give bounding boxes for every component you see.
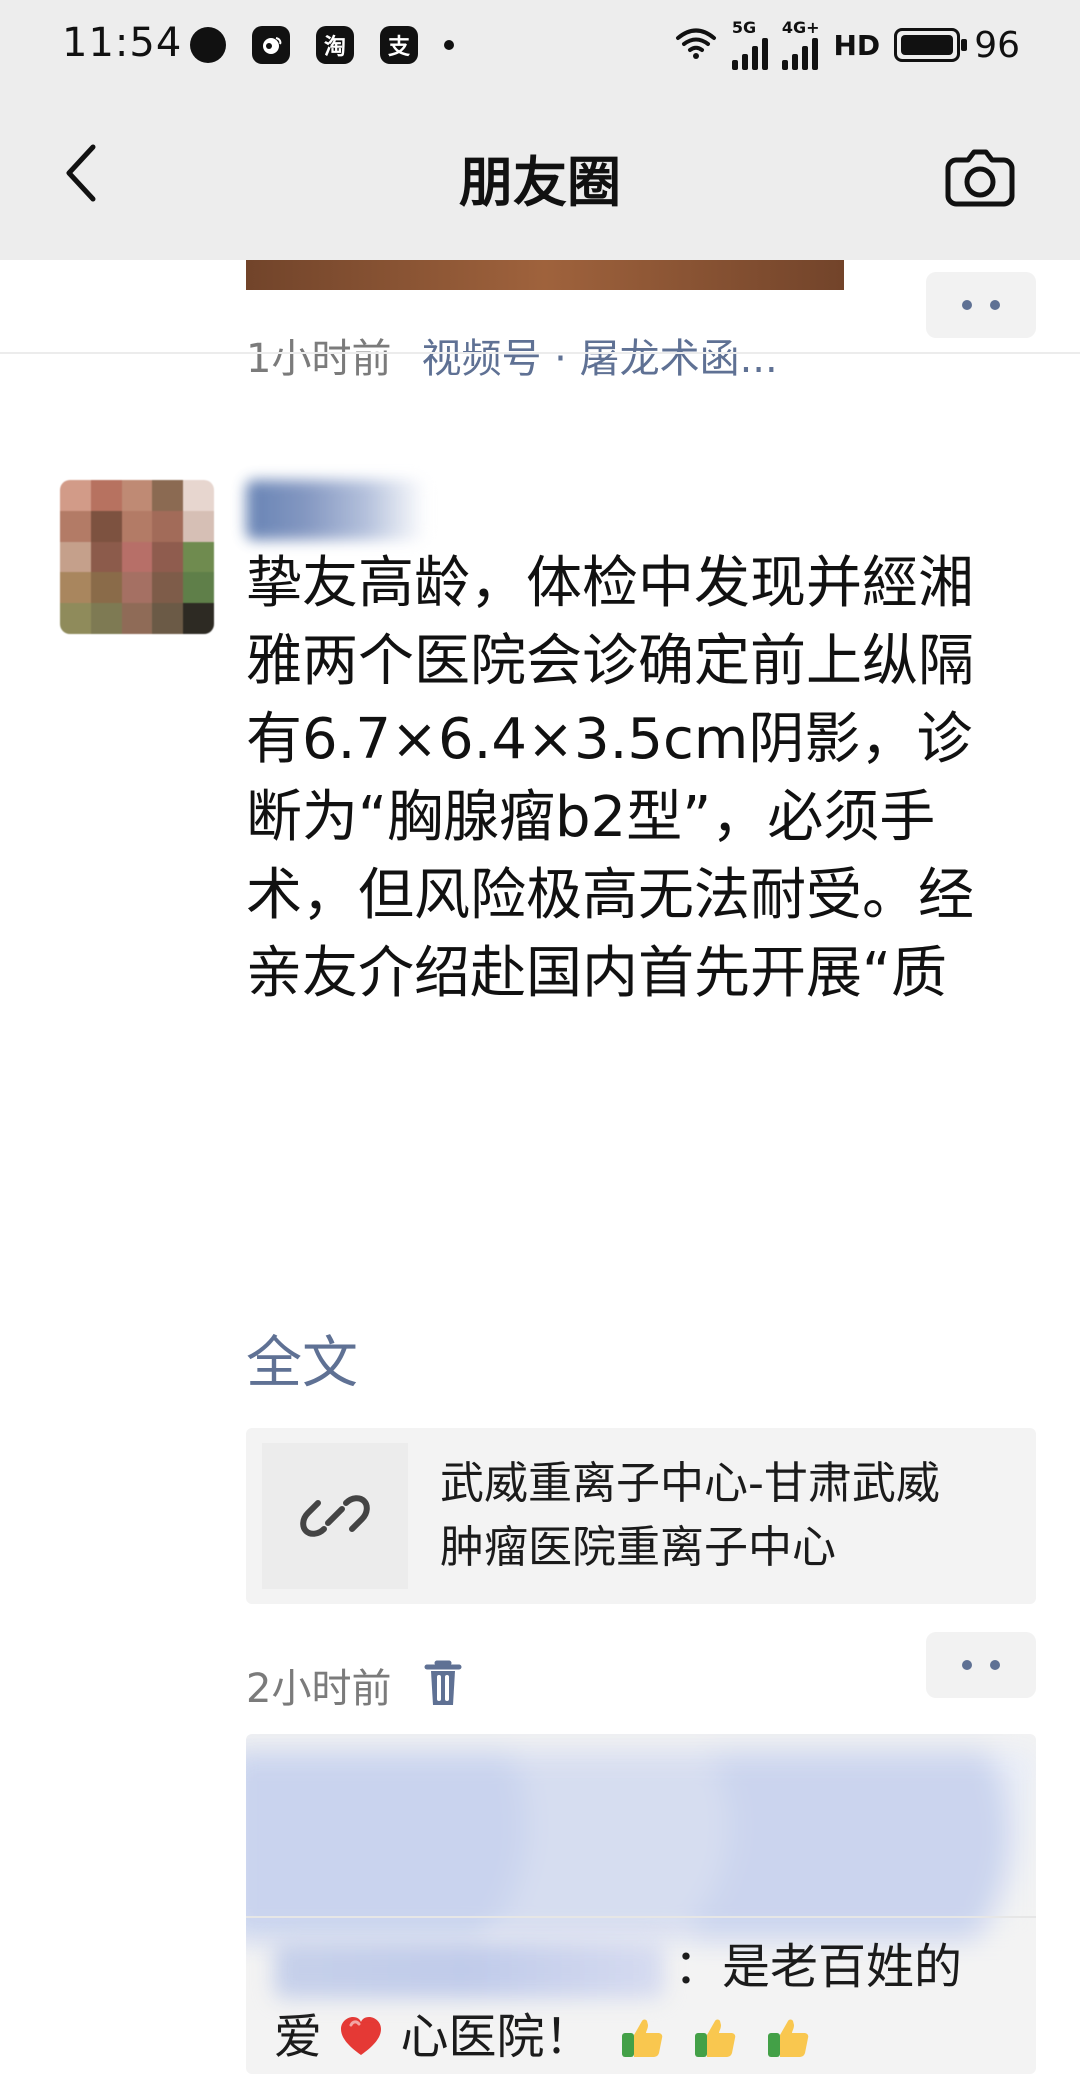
previous-post-source-link[interactable]: 视频号 · 屠龙术函... xyxy=(421,326,777,384)
header: 朋友圈 xyxy=(0,92,1080,260)
wifi-icon xyxy=(674,26,718,64)
signal-bars-2 xyxy=(781,36,818,70)
network-4g-label: 4G+ xyxy=(781,18,820,37)
signal-bars-1 xyxy=(731,36,768,70)
heart-emoji-icon xyxy=(341,2017,382,2055)
alipay-icon: 支 xyxy=(380,26,418,64)
post-line-6: 亲友介绍赴国内首先开展“质 xyxy=(246,941,948,1006)
post-line-5: 术，但风险极高无法耐受。经 xyxy=(246,863,974,928)
status-bar: 11:54 淘 支 5G 4G+ HD 96 xyxy=(0,0,1080,92)
post-divider xyxy=(0,352,1080,354)
post-line-2: 雅两个医院会诊确定前上纵隔 xyxy=(246,629,974,694)
link-icon-container xyxy=(262,1443,408,1589)
small-dot-icon xyxy=(444,40,454,50)
post-more-button[interactable] xyxy=(926,1632,1036,1698)
previous-post-meta: 1小时前 视频号 · 屠龙术函... xyxy=(246,326,778,384)
thumbs-up-emoji-icon xyxy=(695,2019,736,2057)
delete-button[interactable] xyxy=(421,1657,465,1713)
taobao-letter: 淘 xyxy=(323,35,346,60)
more-dot-icon xyxy=(990,1660,1000,1670)
status-left-icons: 淘 支 xyxy=(190,26,454,64)
link-icon xyxy=(300,1495,370,1537)
previous-post-more-button[interactable] xyxy=(926,272,1036,338)
full-text-link[interactable]: 全文 xyxy=(246,1318,358,1399)
comment-item: ：是老百姓的 爱 心医院！ xyxy=(274,1932,1014,2072)
post-time: 2小时前 xyxy=(246,1666,392,1712)
avatar[interactable] xyxy=(60,480,214,634)
thumbs-up-emoji-icon xyxy=(768,2019,809,2057)
status-time: 11:54 xyxy=(62,20,183,66)
comment-text-part-2-suffix: 心医院！ xyxy=(400,2009,593,2065)
weibo-icon xyxy=(252,26,290,64)
post-line-3: 有6.7×6.4×3.5cm阴影，诊 xyxy=(246,707,973,772)
taobao-icon: 淘 xyxy=(316,26,354,64)
network-4g: 4G+ xyxy=(781,18,820,70)
previous-post-time: 1小时前 xyxy=(246,336,392,382)
battery-fill xyxy=(901,35,954,55)
shared-link-title-line-1: 武威重离子中心-甘肃武威 xyxy=(440,1458,940,1509)
post-line-1: 挚友高龄，体检中发现并經湘 xyxy=(246,551,974,616)
post-meta: 2小时前 xyxy=(246,1656,465,1714)
network-5g: 5G xyxy=(731,18,768,70)
camera-icon xyxy=(945,149,1015,207)
status-right-icons: 5G 4G+ HD 96 xyxy=(674,20,1020,70)
comments-box: ：是老百姓的 爱 心医院！ xyxy=(246,1734,1036,2074)
network-5g-label: 5G xyxy=(731,18,757,37)
redacted-username[interactable] xyxy=(246,480,426,540)
page-title: 朋友圈 xyxy=(459,151,621,214)
comments-separator xyxy=(246,1916,1036,1918)
redacted-commenter-name[interactable] xyxy=(274,1942,664,1998)
shared-link-title: 武威重离子中心-甘肃武威 肿瘤医院重离子中心 xyxy=(440,1452,1010,1580)
battery-percent: 96 xyxy=(974,24,1020,66)
more-dot-icon xyxy=(990,300,1000,310)
shared-link-card[interactable]: 武威重离子中心-甘肃武威 肿瘤医院重离子中心 xyxy=(246,1428,1036,1604)
more-dot-icon xyxy=(962,300,972,310)
avatar-pixels xyxy=(60,480,214,634)
top-bar: 11:54 淘 支 5G 4G+ HD 96 朋友圈 xyxy=(0,0,1080,260)
comment-text-part-1: ：是老百姓的 xyxy=(674,1939,963,1995)
thumbs-up-emoji-icon xyxy=(621,2019,663,2057)
post-line-4: 断为“胸腺瘤b2型”，必须手 xyxy=(246,785,936,850)
alipay-letter: 支 xyxy=(387,35,410,60)
dot-icon xyxy=(190,27,226,63)
hd-indicator: HD xyxy=(833,28,881,62)
shared-link-title-line-2: 肿瘤医院重离子中心 xyxy=(440,1522,836,1573)
more-dot-icon xyxy=(962,1660,972,1670)
comment-text-part-2-prefix: 爱 xyxy=(274,2009,323,2065)
trash-icon xyxy=(424,1660,462,1705)
post-text: 挚友高龄，体检中发现并經湘 雅两个医院会诊确定前上纵隔 有6.7×6.4×3.5… xyxy=(246,545,1036,1013)
previous-post-media xyxy=(246,260,844,290)
feed: 1小时前 视频号 · 屠龙术函... 挚友高龄，体检中发现并經湘 雅两个医院会诊… xyxy=(0,260,1080,2074)
battery-icon xyxy=(894,28,968,62)
redacted-likes xyxy=(246,1750,1036,1940)
camera-button[interactable] xyxy=(940,140,1020,210)
